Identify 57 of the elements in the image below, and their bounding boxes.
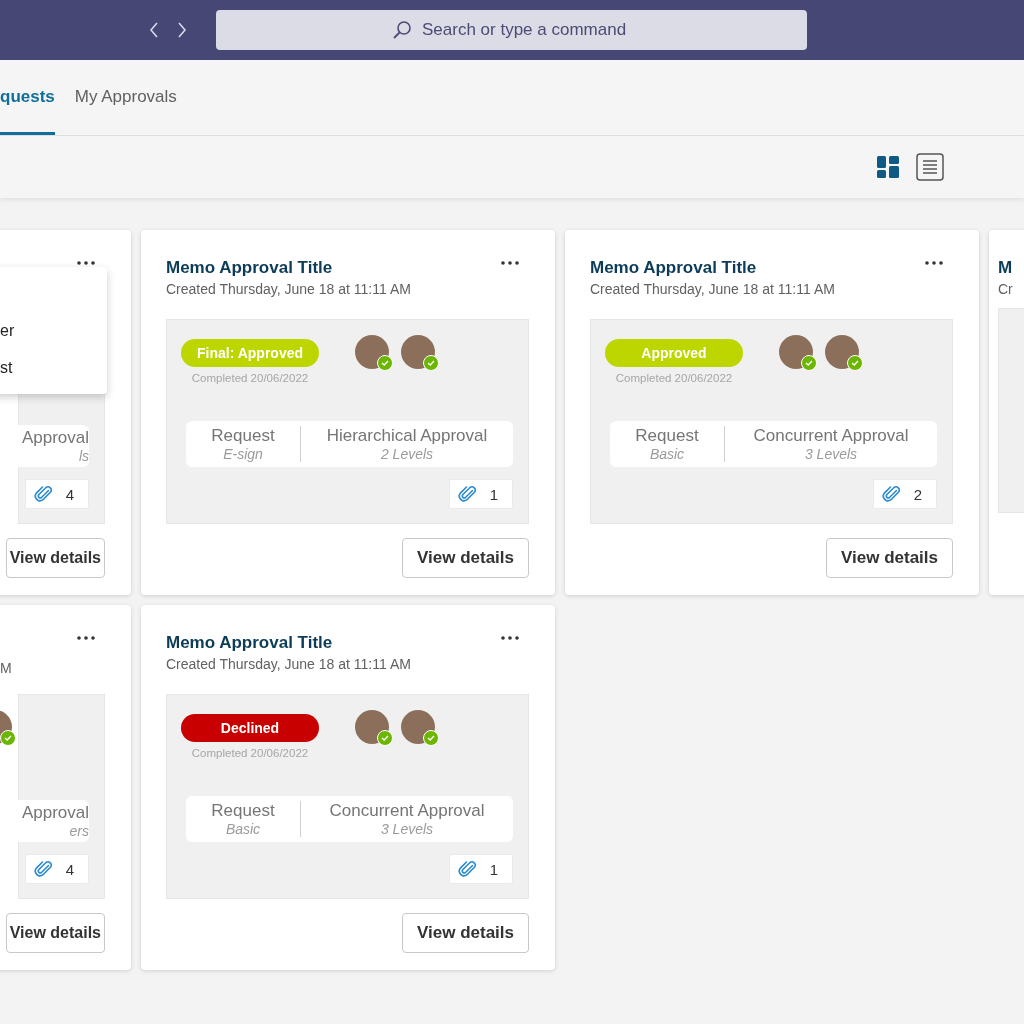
menu-item[interactable]: er <box>0 321 107 341</box>
grid-view-icon[interactable] <box>876 155 900 179</box>
approval-type: Hierarchical Approval <box>326 426 488 446</box>
more-options-icon[interactable] <box>77 261 95 265</box>
attachments-chip[interactable]: 2 <box>872 479 937 509</box>
completed-date: Completed 20/06/2022 <box>615 372 733 384</box>
list-view-icon[interactable] <box>916 153 944 181</box>
approval-levels: 2 Levels <box>380 446 434 462</box>
view-details-button[interactable]: View details <box>826 538 953 578</box>
created-date: Created Thursday, June 18 at 11:11 AM <box>166 656 411 672</box>
request-label: Request <box>211 426 275 446</box>
more-options-icon[interactable] <box>925 261 943 265</box>
paperclip-icon <box>457 484 478 504</box>
approval-levels: ls <box>78 448 89 465</box>
created-date: M <box>0 660 12 676</box>
attachments-chip[interactable]: 4 <box>24 479 89 509</box>
more-options-icon[interactable] <box>501 261 519 265</box>
approval-type: Concurrent Approval <box>753 426 909 446</box>
attachments-chip[interactable]: 1 <box>448 479 513 509</box>
approval-levels: 3 Levels <box>804 446 858 462</box>
paperclip-icon <box>457 859 478 879</box>
card-title: Memo Approval Title <box>590 258 758 278</box>
approval-type: Approval <box>21 803 89 824</box>
view-details-button[interactable]: View details <box>402 538 529 578</box>
created-date: Created Thursday, June 18 at 11:11 AM <box>166 281 411 297</box>
view-details-button[interactable]: View details <box>5 913 105 953</box>
approval-type: Approval <box>21 428 89 449</box>
created-date: Cr <box>998 281 1014 297</box>
tab[interactable]: My Approvals <box>74 60 177 135</box>
status-pill: Final: Approved <box>181 339 319 367</box>
paperclip-icon <box>881 484 902 504</box>
view-details-button[interactable]: View details <box>5 538 105 578</box>
request-type: Basic <box>225 821 261 837</box>
approval-type: Concurrent Approval <box>329 801 485 821</box>
status-pill: Declined <box>181 714 319 742</box>
paperclip-icon <box>33 484 54 504</box>
request-type: E-sign <box>223 446 263 462</box>
status-pill: Approved <box>605 339 743 367</box>
search-field[interactable]: Search or type a command <box>216 10 807 50</box>
more-options-icon[interactable] <box>77 636 95 640</box>
created-date: Created Thursday, June 18 at 11:11 AM <box>590 281 835 297</box>
more-options-icon[interactable] <box>501 636 519 640</box>
approval-levels: 3 Levels <box>380 821 434 837</box>
card-title: Memo Approval Title <box>166 258 334 278</box>
approval-levels: ers <box>69 823 89 840</box>
view-details-button[interactable]: View details <box>402 913 529 953</box>
request-label: Request <box>635 426 699 446</box>
completed-date: Completed 20/06/2022 <box>191 372 309 384</box>
completed-date: Completed 20/06/2022 <box>191 747 309 759</box>
paperclip-icon <box>33 859 54 879</box>
card-title: M <box>998 258 1014 278</box>
request-label: Request <box>211 801 275 821</box>
menu-item[interactable]: st <box>0 358 107 378</box>
attachments-chip[interactable]: 4 <box>24 854 89 884</box>
attachments-chip[interactable]: 1 <box>448 854 513 884</box>
card-title: Memo Approval Title <box>166 633 334 653</box>
request-type: Basic <box>649 446 685 462</box>
